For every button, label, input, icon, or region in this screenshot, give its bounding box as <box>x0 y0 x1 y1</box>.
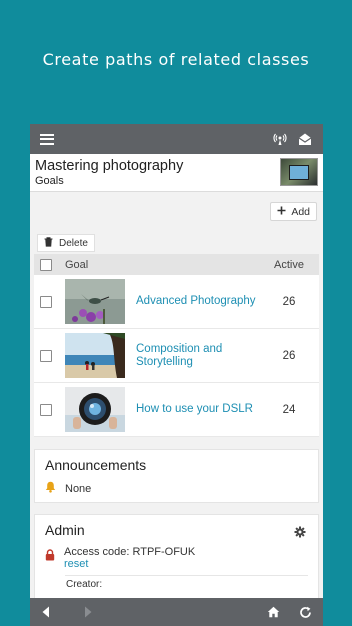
add-button[interactable]: Add <box>270 202 317 221</box>
divider <box>65 575 308 576</box>
table-row[interactable]: Advanced Photography 26 <box>34 275 319 329</box>
column-active: Active <box>274 258 304 271</box>
table-header: Goal Active <box>34 254 319 275</box>
add-label: Add <box>291 205 310 218</box>
top-bar <box>30 124 323 154</box>
headline: Create paths of related classes <box>42 50 310 69</box>
menu-icon[interactable] <box>40 133 54 145</box>
active-count: 26 <box>282 349 296 362</box>
goals-table: Goal Active Advanced Photography 26 Comp… <box>34 254 319 437</box>
course-header: Mastering photography Goals <box>30 154 323 192</box>
access-code: Access code: RTPF-OFUK <box>64 546 196 558</box>
bottom-bar <box>30 598 323 626</box>
delete-label: Delete <box>59 237 88 249</box>
course-subtitle: Goals <box>35 175 64 187</box>
broadcast-icon[interactable] <box>272 131 288 147</box>
column-goal: Goal <box>65 258 89 271</box>
lock-icon <box>45 549 55 570</box>
active-count: 26 <box>282 295 296 308</box>
delete-button[interactable]: Delete <box>37 234 95 252</box>
table-row[interactable]: How to use your DSLR 24 <box>34 383 319 437</box>
hummingbird-photo[interactable] <box>65 279 125 324</box>
creator-label: Creator: <box>66 579 103 590</box>
course-title: Mastering photography <box>35 158 184 174</box>
admin-title: Admin <box>45 522 85 538</box>
row-checkbox[interactable] <box>40 403 52 416</box>
forward-icon[interactable] <box>74 598 102 626</box>
content: Add Delete Goal Active Advanced Photogra… <box>30 192 323 604</box>
camera-lens-photo[interactable] <box>65 387 125 432</box>
bell-icon <box>45 481 56 496</box>
refresh-icon[interactable] <box>291 598 319 626</box>
mail-open-icon[interactable] <box>297 131 313 147</box>
course-thumbnail[interactable] <box>280 158 318 186</box>
active-count: 24 <box>282 403 296 416</box>
table-row[interactable]: Composition and Storytelling 26 <box>34 329 319 383</box>
select-all-checkbox[interactable] <box>40 258 52 271</box>
goal-name[interactable]: Advanced Photography <box>136 295 259 308</box>
goal-name[interactable]: How to use your DSLR <box>136 403 259 416</box>
app-window: Mastering photography Goals Add Delete G… <box>30 124 323 626</box>
beach-photo[interactable] <box>65 333 125 378</box>
home-icon[interactable] <box>259 598 287 626</box>
reset-link[interactable]: reset <box>64 558 195 570</box>
trash-icon <box>44 236 53 250</box>
row-checkbox[interactable] <box>40 295 52 308</box>
admin-card: Admin Access code: RTPF-OFUK reset Creat… <box>34 514 319 604</box>
goal-name[interactable]: Composition and Storytelling <box>136 343 259 369</box>
gear-icon[interactable] <box>294 525 306 543</box>
announcements-card: Announcements None <box>34 449 319 503</box>
back-icon[interactable] <box>32 598 60 626</box>
plus-icon <box>277 206 286 218</box>
row-checkbox[interactable] <box>40 349 52 362</box>
announcements-value: None <box>65 482 92 495</box>
announcements-title: Announcements <box>45 457 147 473</box>
